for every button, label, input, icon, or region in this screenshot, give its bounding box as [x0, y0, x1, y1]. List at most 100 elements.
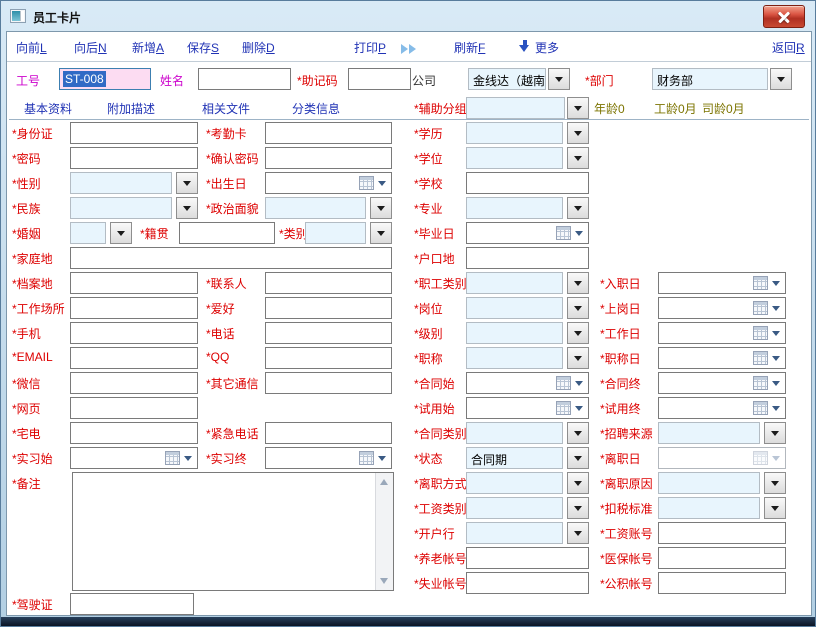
- contact-person-input[interactable]: [265, 272, 392, 294]
- work-date-date-picker[interactable]: [658, 322, 786, 344]
- school-input[interactable]: [466, 172, 589, 194]
- job-title-combo[interactable]: [466, 347, 563, 369]
- birth-date-date-picker[interactable]: [265, 172, 392, 194]
- job-title-dropdown-button[interactable]: [567, 347, 589, 369]
- tax-standard-dropdown-button[interactable]: [764, 497, 786, 519]
- salary-type-combo[interactable]: [466, 497, 563, 519]
- home-address-input[interactable]: [70, 247, 392, 269]
- ethnicity-dropdown-button[interactable]: [176, 197, 198, 219]
- probation-end-date-picker[interactable]: [658, 397, 786, 419]
- marriage-combo[interactable]: [70, 222, 106, 244]
- more-button[interactable]: 更多: [535, 39, 559, 56]
- qq-input[interactable]: [265, 347, 392, 369]
- grade-combo[interactable]: [466, 322, 563, 344]
- email-input[interactable]: [70, 347, 198, 369]
- medical-account-input[interactable]: [658, 547, 786, 569]
- intern-start-date-picker[interactable]: [70, 447, 198, 469]
- intern-end-date-picker[interactable]: [265, 447, 392, 469]
- aux-group-dropdown-button[interactable]: [567, 97, 589, 119]
- contract-type-dropdown-button[interactable]: [567, 422, 589, 444]
- tax-standard-combo[interactable]: [658, 497, 760, 519]
- other-contact-input[interactable]: [265, 372, 392, 394]
- start-work-date-date-picker[interactable]: [658, 297, 786, 319]
- nav-prev-button[interactable]: 向前L: [16, 39, 47, 56]
- wechat-input[interactable]: [70, 372, 198, 394]
- bank-dropdown-button[interactable]: [567, 522, 589, 544]
- major-dropdown-button[interactable]: [567, 197, 589, 219]
- resign-reason-dropdown-button[interactable]: [764, 472, 786, 494]
- workplace-input[interactable]: [70, 297, 198, 319]
- bank-combo[interactable]: [466, 522, 563, 544]
- position-combo[interactable]: [466, 297, 563, 319]
- education-combo[interactable]: [466, 122, 563, 144]
- recruit-source-dropdown-button[interactable]: [764, 422, 786, 444]
- probation-start-date-picker[interactable]: [466, 397, 589, 419]
- nav-next-button[interactable]: 向后N: [74, 39, 107, 56]
- salary-account-input[interactable]: [658, 522, 786, 544]
- tab-extra-desc[interactable]: 附加描述: [107, 100, 155, 117]
- driver-license-input[interactable]: [70, 593, 194, 615]
- emergency-phone-input[interactable]: [265, 422, 392, 444]
- webpage-input[interactable]: [70, 397, 198, 419]
- title-date-date-picker[interactable]: [658, 347, 786, 369]
- hobby-input[interactable]: [265, 297, 392, 319]
- delete-button[interactable]: 删除D: [242, 39, 275, 56]
- id-card-input[interactable]: [70, 122, 198, 144]
- back-button[interactable]: 返回R: [772, 39, 805, 56]
- graduation-date-date-picker[interactable]: [466, 222, 589, 244]
- political-status-dropdown-button[interactable]: [370, 197, 392, 219]
- pension-account-input[interactable]: [466, 547, 589, 569]
- registered-address-input[interactable]: [466, 247, 589, 269]
- aux-group-combo[interactable]: [466, 97, 565, 119]
- degree-dropdown-button[interactable]: [567, 147, 589, 169]
- resign-reason-combo[interactable]: [658, 472, 760, 494]
- marriage-dropdown-button[interactable]: [110, 222, 132, 244]
- remark-textarea[interactable]: [72, 472, 394, 591]
- employee-type-combo[interactable]: [466, 272, 563, 294]
- unemployment-account-input[interactable]: [466, 572, 589, 594]
- department-dropdown-button[interactable]: [770, 68, 792, 90]
- ethnicity-combo[interactable]: [70, 197, 172, 219]
- archive-address-input[interactable]: [70, 272, 198, 294]
- name-input[interactable]: [198, 68, 291, 90]
- tab-basic-info[interactable]: 基本资料: [24, 100, 72, 117]
- education-dropdown-button[interactable]: [567, 122, 589, 144]
- contract-type-combo[interactable]: [466, 422, 563, 444]
- recruit-source-combo[interactable]: [658, 422, 760, 444]
- category-combo[interactable]: [305, 222, 366, 244]
- salary-type-dropdown-button[interactable]: [567, 497, 589, 519]
- tab-related-files[interactable]: 相关文件: [202, 100, 250, 117]
- home-phone-input[interactable]: [70, 422, 198, 444]
- attendance-card-input[interactable]: [265, 122, 392, 144]
- company-dropdown-button[interactable]: [548, 68, 570, 90]
- status-dropdown-button[interactable]: [567, 447, 589, 469]
- refresh-button[interactable]: 刷新F: [454, 39, 485, 56]
- status-combo[interactable]: 合同期: [466, 447, 563, 469]
- employee-type-dropdown-button[interactable]: [567, 272, 589, 294]
- mnemonic-input[interactable]: [348, 68, 411, 90]
- fund-account-input[interactable]: [658, 572, 786, 594]
- scrollbar[interactable]: [375, 473, 393, 590]
- fast-forward-icon[interactable]: [401, 41, 417, 55]
- grade-dropdown-button[interactable]: [567, 322, 589, 344]
- contract-start-date-picker[interactable]: [466, 372, 589, 394]
- resign-method-combo[interactable]: [466, 472, 563, 494]
- close-button[interactable]: [763, 5, 805, 28]
- company-combo[interactable]: 金线达（越南）实: [468, 68, 546, 90]
- major-combo[interactable]: [466, 197, 563, 219]
- mobile-input[interactable]: [70, 322, 198, 344]
- political-status-combo[interactable]: [265, 197, 366, 219]
- add-button[interactable]: 新增A: [132, 39, 164, 56]
- position-dropdown-button[interactable]: [567, 297, 589, 319]
- native-place-input[interactable]: [179, 222, 275, 244]
- gender-dropdown-button[interactable]: [176, 172, 198, 194]
- resign-method-dropdown-button[interactable]: [567, 472, 589, 494]
- department-combo[interactable]: 财务部: [652, 68, 768, 90]
- gender-combo[interactable]: [70, 172, 172, 194]
- category-dropdown-button[interactable]: [370, 222, 392, 244]
- password-input[interactable]: [70, 147, 198, 169]
- scroll-down-icon[interactable]: [376, 573, 392, 589]
- hire-date-date-picker[interactable]: [658, 272, 786, 294]
- confirm-password-input[interactable]: [265, 147, 392, 169]
- emp-no-input[interactable]: ST-008: [59, 68, 151, 90]
